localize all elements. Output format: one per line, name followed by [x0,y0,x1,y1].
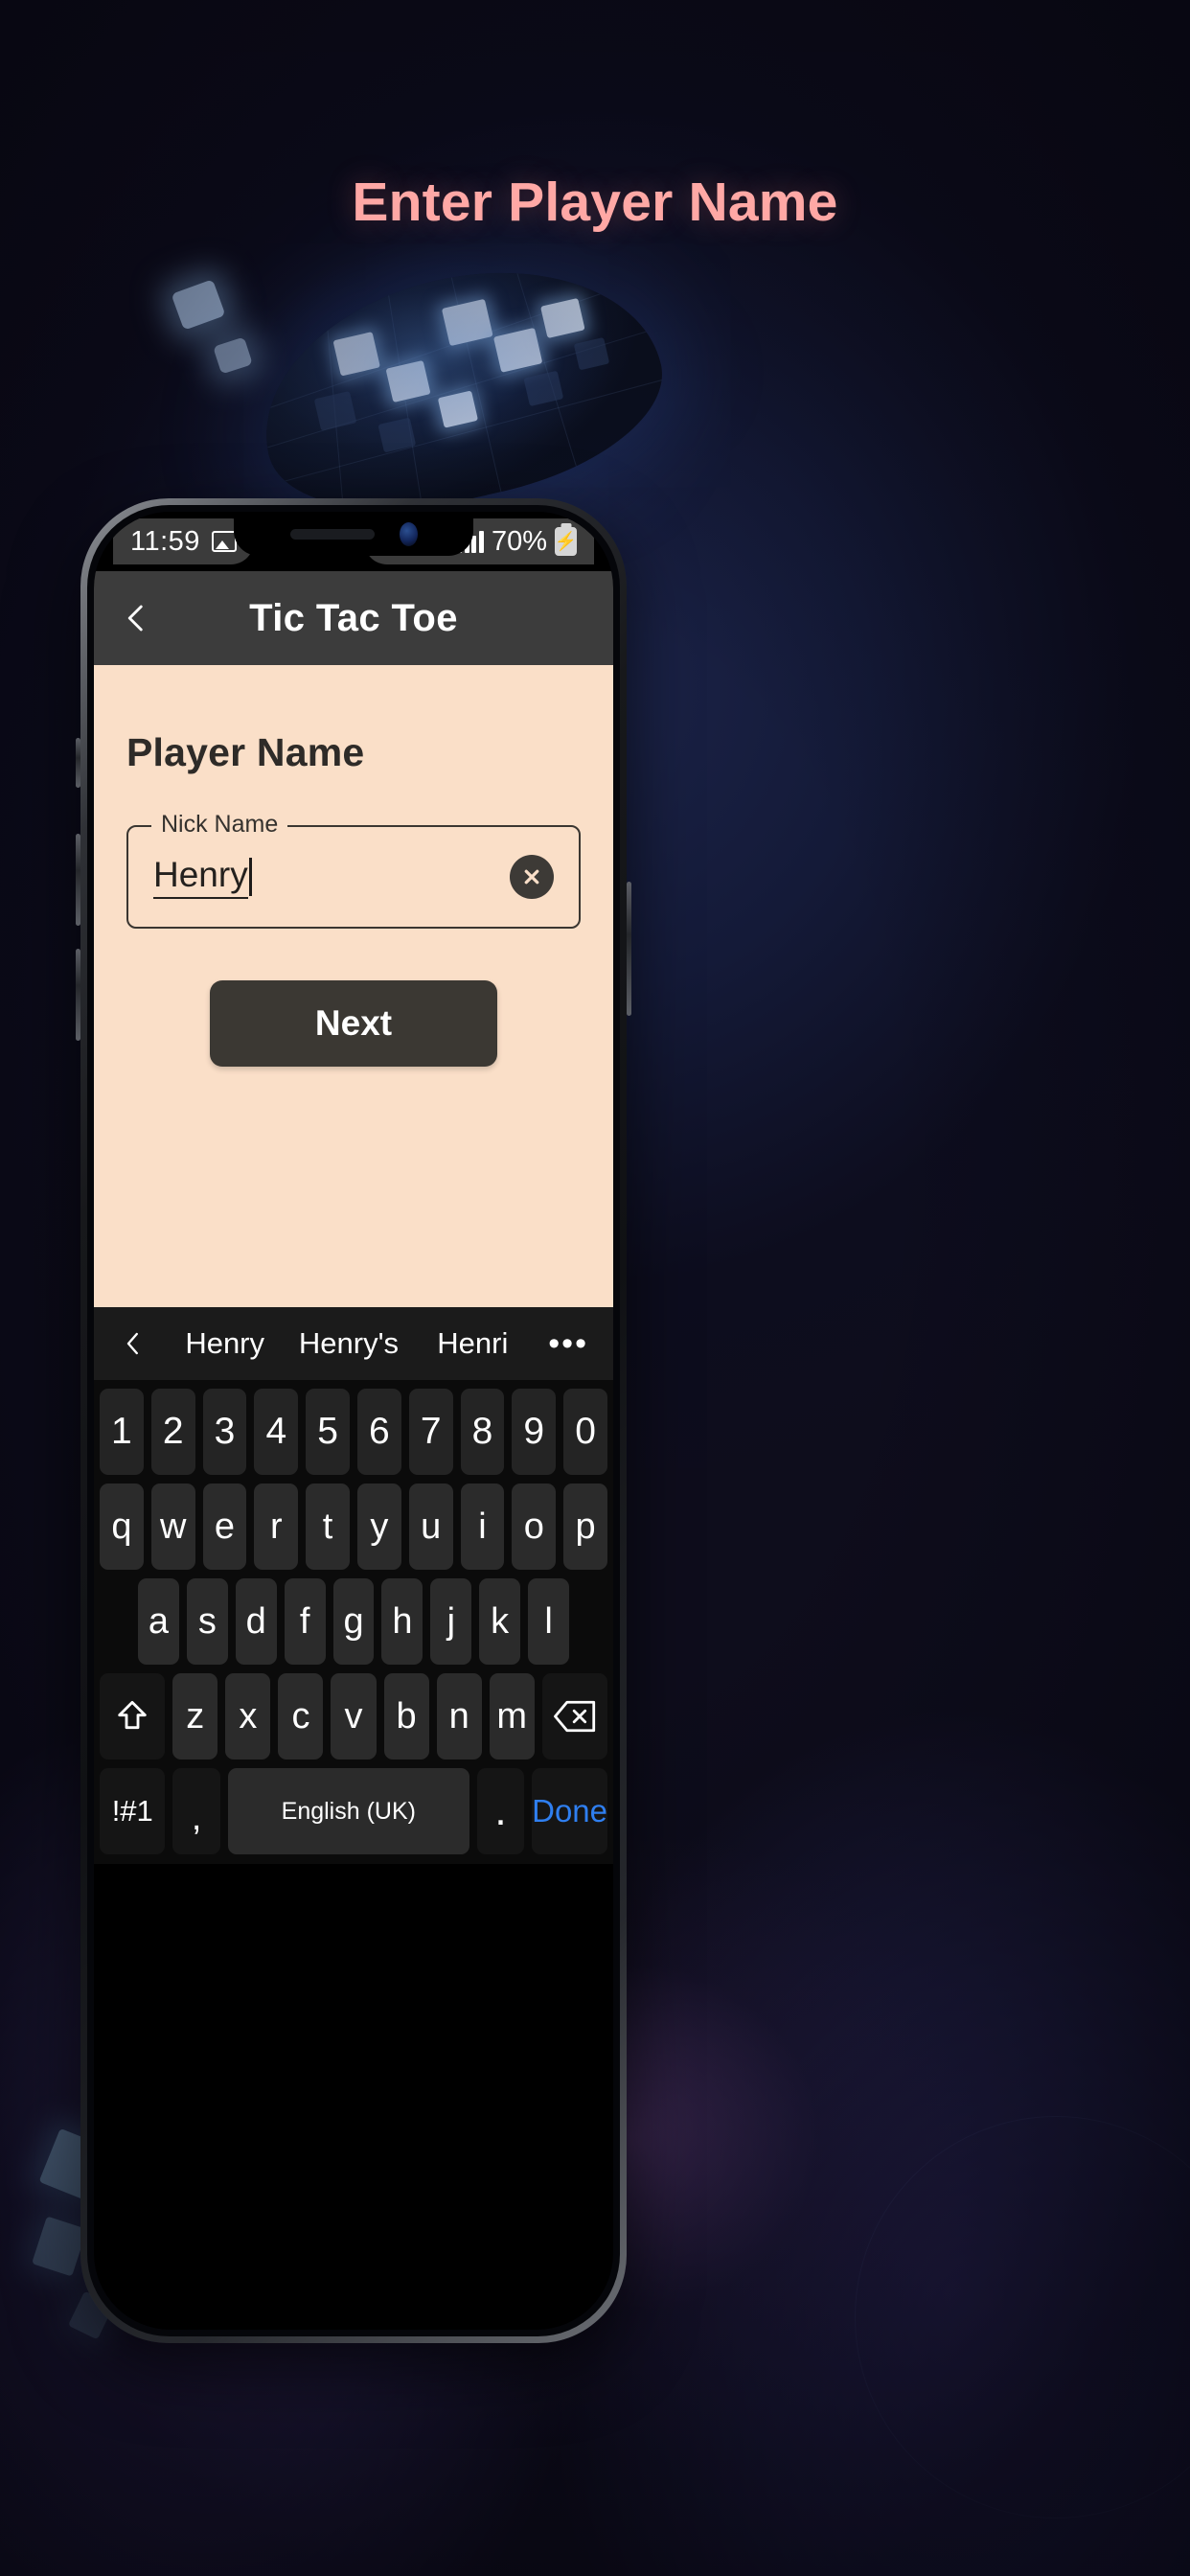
key-x[interactable]: x [225,1673,271,1760]
nick-name-label: Nick Name [151,811,288,839]
backspace-key[interactable] [541,1673,608,1760]
phone-volume-up-button [76,834,80,926]
app-bar-title: Tic Tac Toe [249,596,458,639]
key-c[interactable]: c [278,1673,324,1760]
key-6[interactable]: 6 [356,1389,401,1475]
phone-volume-down-button [76,949,80,1041]
phone-mute-switch [76,738,80,788]
key-u[interactable]: u [408,1484,453,1570]
key-9[interactable]: 9 [512,1389,557,1475]
key-2[interactable]: 2 [150,1389,195,1475]
key-7[interactable]: 7 [408,1389,453,1475]
key-5[interactable]: 5 [306,1389,350,1475]
app-bar: Tic Tac Toe [94,571,613,665]
page-title: Enter Player Name [352,172,838,233]
phone-mockup: 11:59 Vo)) LTE2 70% ⚡ [76,498,631,2343]
earpiece-speaker [289,528,375,540]
next-button-label: Next [314,1003,393,1043]
key-h[interactable]: h [381,1578,423,1665]
phone-notch [234,512,473,556]
key-k[interactable]: k [479,1578,521,1665]
chevron-left-icon [127,605,143,632]
on-screen-keyboard: Henry Henry's Henri ••• 1 2 3 4 5 6 7 8 … [94,1307,613,1864]
key-p[interactable]: p [563,1484,607,1570]
comma-key[interactable]: , [172,1768,220,1854]
key-v[interactable]: v [331,1673,377,1760]
chevron-left-icon [126,1332,138,1355]
key-z[interactable]: z [172,1673,218,1760]
nick-name-text: Henry [153,855,248,894]
status-clock: 11:59 [130,525,200,557]
keyboard-row-numbers: 1 2 3 4 5 6 7 8 9 0 [94,1389,613,1475]
key-e[interactable]: e [202,1484,247,1570]
key-3[interactable]: 3 [202,1389,247,1475]
keyboard-row-home: a s d f g h j k l [94,1578,613,1665]
done-key[interactable]: Done [532,1768,608,1854]
key-j[interactable]: j [430,1578,472,1665]
front-camera-icon [399,521,418,546]
status-bar: 11:59 Vo)) LTE2 70% ⚡ [94,512,613,571]
key-0[interactable]: 0 [563,1389,607,1475]
status-bar-left: 11:59 [113,518,254,564]
backspace-icon [553,1700,596,1733]
key-n[interactable]: n [436,1673,482,1760]
shift-arrow-icon [118,1700,147,1730]
key-d[interactable]: d [235,1578,277,1665]
key-f[interactable]: f [284,1578,326,1665]
key-1[interactable]: 1 [100,1389,144,1475]
symbols-key[interactable]: !#1 [100,1768,166,1854]
key-r[interactable]: r [254,1484,299,1570]
image-icon [211,531,237,552]
suggestion-item-3[interactable]: Henri [411,1326,535,1361]
nick-name-field-group: Nick Name Henry [126,811,581,929]
keyboard-row-top: q w e r t y u i o p [94,1484,613,1570]
battery-charging-icon: ⚡ [555,527,577,556]
back-button[interactable] [119,601,153,635]
phone-bezel: 11:59 Vo)) LTE2 70% ⚡ [87,505,620,2336]
key-i[interactable]: i [460,1484,505,1570]
clear-circle-icon [524,869,539,885]
section-heading: Player Name [126,730,365,774]
key-t[interactable]: t [306,1484,350,1570]
key-l[interactable]: l [528,1578,570,1665]
battery-percent: 70% [491,525,547,557]
phone-power-button [627,882,631,1016]
keyboard-row-bottom: z x c v b n m [94,1673,613,1760]
text-caret [248,858,252,896]
key-s[interactable]: s [186,1578,228,1665]
space-key[interactable]: English (UK) [227,1768,469,1854]
key-g[interactable]: g [332,1578,375,1665]
key-w[interactable]: w [150,1484,195,1570]
nick-name-value: Henry [153,855,248,899]
key-8[interactable]: 8 [460,1389,505,1475]
suggestion-prev-button[interactable] [119,1329,163,1358]
clear-input-button[interactable] [510,855,554,899]
period-key[interactable]: . [476,1768,525,1854]
key-4[interactable]: 4 [254,1389,299,1475]
key-y[interactable]: y [356,1484,401,1570]
key-o[interactable]: o [512,1484,557,1570]
suggestion-item-1[interactable]: Henry [163,1326,286,1361]
key-b[interactable]: b [383,1673,429,1760]
next-button[interactable]: Next [210,980,497,1067]
form-panel: Player Name Nick Name Henry Next [94,665,613,1307]
suggestion-more-button[interactable]: ••• [535,1325,588,1363]
key-m[interactable]: m [489,1673,535,1760]
key-q[interactable]: q [100,1484,144,1570]
key-a[interactable]: a [138,1578,179,1665]
suggestion-bar: Henry Henry's Henri ••• [94,1307,613,1380]
shift-key[interactable] [100,1673,166,1760]
phone-screen: 11:59 Vo)) LTE2 70% ⚡ [94,512,613,2330]
keyboard-row-function: !#1 , English (UK) . Done [94,1768,613,1854]
suggestion-item-2[interactable]: Henry's [286,1326,410,1361]
